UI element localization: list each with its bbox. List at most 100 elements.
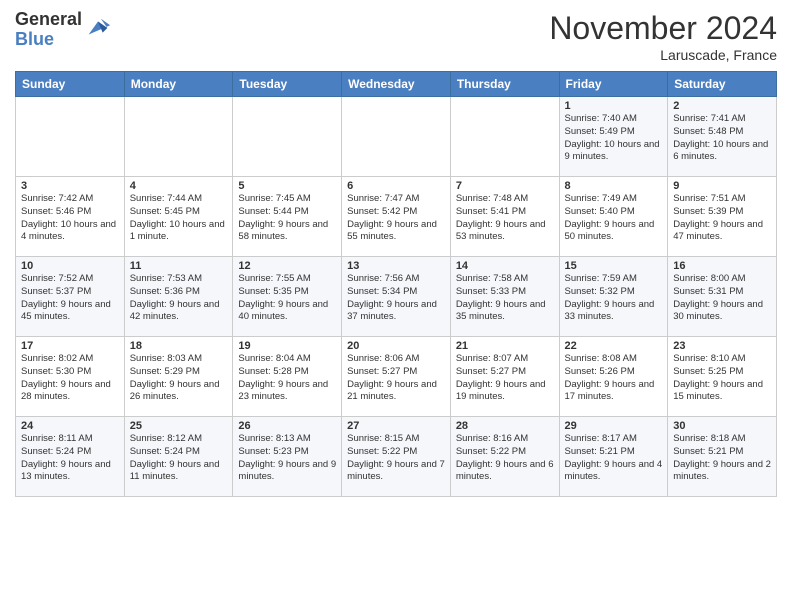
day-number: 18: [130, 340, 228, 352]
logo-general: General: [15, 10, 82, 30]
day-info: Sunrise: 7:52 AM Sunset: 5:37 PM Dayligh…: [21, 273, 119, 324]
day-number: 23: [673, 340, 771, 352]
day-info: Sunrise: 8:03 AM Sunset: 5:29 PM Dayligh…: [130, 353, 228, 404]
day-info: Sunrise: 7:41 AM Sunset: 5:48 PM Dayligh…: [673, 113, 771, 164]
col-saturday: Saturday: [668, 72, 777, 97]
col-thursday: Thursday: [450, 72, 559, 97]
calendar-cell-0-3: [342, 97, 451, 177]
day-info: Sunrise: 8:18 AM Sunset: 5:21 PM Dayligh…: [673, 433, 771, 484]
day-number: 21: [456, 340, 554, 352]
day-number: 6: [347, 180, 445, 192]
day-info: Sunrise: 8:16 AM Sunset: 5:22 PM Dayligh…: [456, 433, 554, 484]
calendar-cell-1-4: 7Sunrise: 7:48 AM Sunset: 5:41 PM Daylig…: [450, 177, 559, 257]
calendar-header-row: Sunday Monday Tuesday Wednesday Thursday…: [16, 72, 777, 97]
calendar-cell-4-5: 29Sunrise: 8:17 AM Sunset: 5:21 PM Dayli…: [559, 417, 668, 497]
day-info: Sunrise: 7:58 AM Sunset: 5:33 PM Dayligh…: [456, 273, 554, 324]
calendar-cell-4-6: 30Sunrise: 8:18 AM Sunset: 5:21 PM Dayli…: [668, 417, 777, 497]
day-number: 11: [130, 260, 228, 272]
day-info: Sunrise: 7:56 AM Sunset: 5:34 PM Dayligh…: [347, 273, 445, 324]
day-number: 30: [673, 420, 771, 432]
day-number: 15: [565, 260, 663, 272]
logo-bird-icon: [84, 14, 112, 42]
day-number: 14: [456, 260, 554, 272]
header: General Blue November 2024 Laruscade, Fr…: [15, 10, 777, 63]
day-info: Sunrise: 7:48 AM Sunset: 5:41 PM Dayligh…: [456, 193, 554, 244]
day-number: 20: [347, 340, 445, 352]
calendar-cell-1-6: 9Sunrise: 7:51 AM Sunset: 5:39 PM Daylig…: [668, 177, 777, 257]
calendar-cell-4-2: 26Sunrise: 8:13 AM Sunset: 5:23 PM Dayli…: [233, 417, 342, 497]
day-number: 9: [673, 180, 771, 192]
calendar-cell-0-1: [124, 97, 233, 177]
day-number: 16: [673, 260, 771, 272]
calendar-cell-2-3: 13Sunrise: 7:56 AM Sunset: 5:34 PM Dayli…: [342, 257, 451, 337]
day-info: Sunrise: 8:11 AM Sunset: 5:24 PM Dayligh…: [21, 433, 119, 484]
calendar-week-2: 3Sunrise: 7:42 AM Sunset: 5:46 PM Daylig…: [16, 177, 777, 257]
title-block: November 2024 Laruscade, France: [549, 10, 777, 63]
calendar-week-4: 17Sunrise: 8:02 AM Sunset: 5:30 PM Dayli…: [16, 337, 777, 417]
logo-blue: Blue: [15, 30, 82, 50]
calendar-cell-1-3: 6Sunrise: 7:47 AM Sunset: 5:42 PM Daylig…: [342, 177, 451, 257]
day-info: Sunrise: 8:12 AM Sunset: 5:24 PM Dayligh…: [130, 433, 228, 484]
day-number: 27: [347, 420, 445, 432]
day-number: 7: [456, 180, 554, 192]
calendar-week-1: 1Sunrise: 7:40 AM Sunset: 5:49 PM Daylig…: [16, 97, 777, 177]
calendar-table: Sunday Monday Tuesday Wednesday Thursday…: [15, 71, 777, 497]
calendar-cell-0-4: [450, 97, 559, 177]
calendar-cell-4-3: 27Sunrise: 8:15 AM Sunset: 5:22 PM Dayli…: [342, 417, 451, 497]
calendar-cell-3-1: 18Sunrise: 8:03 AM Sunset: 5:29 PM Dayli…: [124, 337, 233, 417]
calendar-cell-4-1: 25Sunrise: 8:12 AM Sunset: 5:24 PM Dayli…: [124, 417, 233, 497]
day-info: Sunrise: 8:00 AM Sunset: 5:31 PM Dayligh…: [673, 273, 771, 324]
day-info: Sunrise: 7:59 AM Sunset: 5:32 PM Dayligh…: [565, 273, 663, 324]
day-number: 8: [565, 180, 663, 192]
day-number: 5: [238, 180, 336, 192]
calendar-cell-2-6: 16Sunrise: 8:00 AM Sunset: 5:31 PM Dayli…: [668, 257, 777, 337]
day-info: Sunrise: 7:45 AM Sunset: 5:44 PM Dayligh…: [238, 193, 336, 244]
day-number: 4: [130, 180, 228, 192]
day-number: 25: [130, 420, 228, 432]
day-info: Sunrise: 8:17 AM Sunset: 5:21 PM Dayligh…: [565, 433, 663, 484]
calendar-cell-4-0: 24Sunrise: 8:11 AM Sunset: 5:24 PM Dayli…: [16, 417, 125, 497]
page: General Blue November 2024 Laruscade, Fr…: [0, 0, 792, 612]
calendar-cell-4-4: 28Sunrise: 8:16 AM Sunset: 5:22 PM Dayli…: [450, 417, 559, 497]
day-number: 17: [21, 340, 119, 352]
col-sunday: Sunday: [16, 72, 125, 97]
calendar-cell-1-5: 8Sunrise: 7:49 AM Sunset: 5:40 PM Daylig…: [559, 177, 668, 257]
col-friday: Friday: [559, 72, 668, 97]
day-info: Sunrise: 7:49 AM Sunset: 5:40 PM Dayligh…: [565, 193, 663, 244]
day-number: 1: [565, 100, 663, 112]
day-info: Sunrise: 8:10 AM Sunset: 5:25 PM Dayligh…: [673, 353, 771, 404]
day-number: 2: [673, 100, 771, 112]
calendar-week-3: 10Sunrise: 7:52 AM Sunset: 5:37 PM Dayli…: [16, 257, 777, 337]
logo-text: General Blue: [15, 10, 82, 50]
calendar-cell-1-0: 3Sunrise: 7:42 AM Sunset: 5:46 PM Daylig…: [16, 177, 125, 257]
calendar-cell-0-6: 2Sunrise: 7:41 AM Sunset: 5:48 PM Daylig…: [668, 97, 777, 177]
col-monday: Monday: [124, 72, 233, 97]
day-number: 28: [456, 420, 554, 432]
day-info: Sunrise: 8:07 AM Sunset: 5:27 PM Dayligh…: [456, 353, 554, 404]
day-number: 19: [238, 340, 336, 352]
day-number: 10: [21, 260, 119, 272]
day-info: Sunrise: 7:40 AM Sunset: 5:49 PM Dayligh…: [565, 113, 663, 164]
calendar-cell-3-0: 17Sunrise: 8:02 AM Sunset: 5:30 PM Dayli…: [16, 337, 125, 417]
day-info: Sunrise: 8:15 AM Sunset: 5:22 PM Dayligh…: [347, 433, 445, 484]
day-info: Sunrise: 8:06 AM Sunset: 5:27 PM Dayligh…: [347, 353, 445, 404]
day-info: Sunrise: 8:04 AM Sunset: 5:28 PM Dayligh…: [238, 353, 336, 404]
calendar-cell-3-5: 22Sunrise: 8:08 AM Sunset: 5:26 PM Dayli…: [559, 337, 668, 417]
calendar-cell-2-1: 11Sunrise: 7:53 AM Sunset: 5:36 PM Dayli…: [124, 257, 233, 337]
day-number: 24: [21, 420, 119, 432]
calendar-cell-0-0: [16, 97, 125, 177]
location: Laruscade, France: [549, 47, 777, 63]
calendar-cell-3-2: 19Sunrise: 8:04 AM Sunset: 5:28 PM Dayli…: [233, 337, 342, 417]
day-info: Sunrise: 7:51 AM Sunset: 5:39 PM Dayligh…: [673, 193, 771, 244]
logo: General Blue: [15, 10, 112, 50]
calendar-cell-2-5: 15Sunrise: 7:59 AM Sunset: 5:32 PM Dayli…: [559, 257, 668, 337]
col-tuesday: Tuesday: [233, 72, 342, 97]
calendar-week-5: 24Sunrise: 8:11 AM Sunset: 5:24 PM Dayli…: [16, 417, 777, 497]
day-info: Sunrise: 8:13 AM Sunset: 5:23 PM Dayligh…: [238, 433, 336, 484]
day-info: Sunrise: 7:55 AM Sunset: 5:35 PM Dayligh…: [238, 273, 336, 324]
day-info: Sunrise: 7:53 AM Sunset: 5:36 PM Dayligh…: [130, 273, 228, 324]
day-number: 26: [238, 420, 336, 432]
calendar-cell-0-5: 1Sunrise: 7:40 AM Sunset: 5:49 PM Daylig…: [559, 97, 668, 177]
day-number: 3: [21, 180, 119, 192]
calendar-cell-3-4: 21Sunrise: 8:07 AM Sunset: 5:27 PM Dayli…: [450, 337, 559, 417]
